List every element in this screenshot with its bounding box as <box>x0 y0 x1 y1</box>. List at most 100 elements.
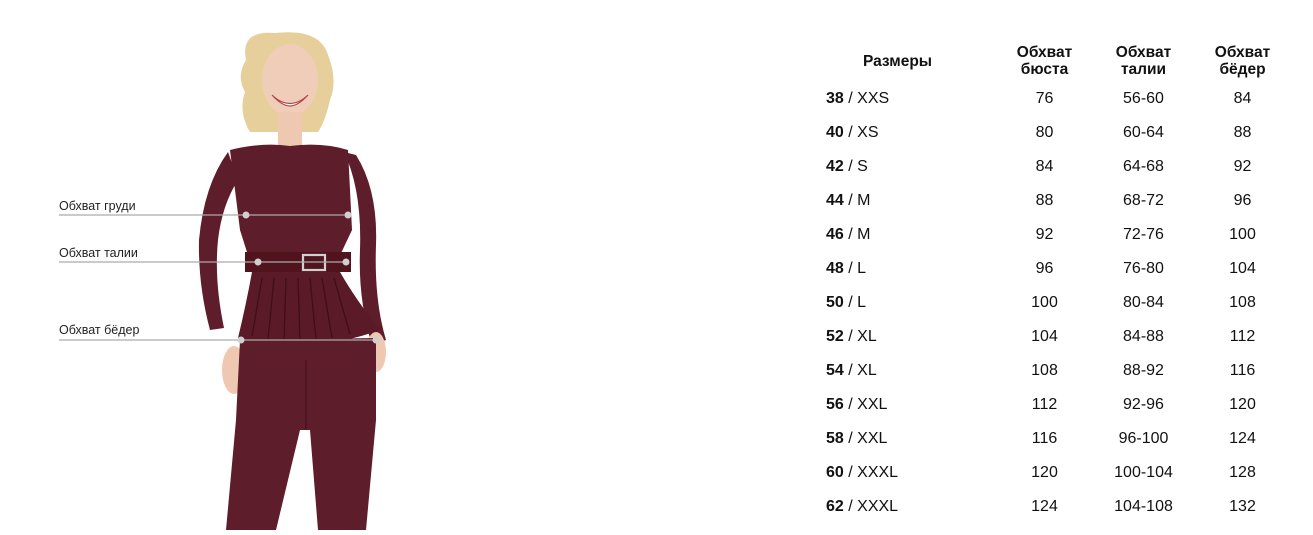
header-size: Размеры <box>862 52 933 70</box>
table-row: 50 / L 100 80-84 108 <box>820 286 1292 320</box>
header-bust: Обхват бюста <box>995 40 1094 82</box>
size-letter: L <box>857 260 867 277</box>
cell-bust: 84 <box>1035 158 1054 175</box>
cell-size: 50 / L <box>820 286 995 320</box>
model-figure: Обхват груди Обхват талии Обхват бёдер <box>0 0 460 530</box>
cell-bust: 116 <box>1031 430 1058 447</box>
cell-waist: 100-104 <box>1114 464 1173 481</box>
size-letter: XS <box>857 124 879 141</box>
label-bust: Обхват груди <box>59 199 136 213</box>
table-body: 38 / XXS 76 56-60 84 40 / XS 80 60-64 88 42 / S 8… <box>820 82 1292 524</box>
cell-hips: 132 <box>1229 498 1256 515</box>
cell-waist: 96-100 <box>1118 430 1169 447</box>
cell-bust: 120 <box>1031 464 1058 481</box>
cell-waist: 88-92 <box>1123 362 1164 379</box>
cell-size: 62 / XXXL <box>820 490 995 524</box>
header-waist-text: Обхват талии <box>1115 44 1172 78</box>
cell-hips: 108 <box>1229 294 1256 311</box>
cell-hips: 84 <box>1233 90 1252 107</box>
table-row: 46 / M 92 72-76 100 <box>820 218 1292 252</box>
table-header: Размеры Обхват бюста Обхват талии Обхват… <box>820 40 1292 82</box>
size-letter: XXS <box>857 90 890 107</box>
size-separator: / <box>843 90 858 107</box>
cell-waist: 64-68 <box>1123 158 1164 175</box>
size-number: 46 <box>826 226 844 243</box>
size-number: 40 <box>826 124 844 141</box>
size-separator: / <box>843 124 858 141</box>
cell-bust: 100 <box>1031 294 1058 311</box>
size-number: 38 <box>826 90 844 107</box>
size-number: 44 <box>826 192 844 209</box>
size-letter: XXXL <box>857 464 899 481</box>
cell-waist: 72-76 <box>1123 226 1164 243</box>
size-separator: / <box>843 396 858 413</box>
table-row: 40 / XS 80 60-64 88 <box>820 116 1292 150</box>
size-separator: / <box>843 158 858 175</box>
header-row: Размеры Обхват бюста Обхват талии Обхват… <box>820 40 1292 82</box>
size-letter: XXL <box>857 430 888 447</box>
size-number: 54 <box>826 362 844 379</box>
size-separator: / <box>843 464 858 481</box>
table-row: 52 / XL 104 84-88 112 <box>820 320 1292 354</box>
cell-size: 56 / XXL <box>820 388 995 422</box>
table-row: 42 / S 84 64-68 92 <box>820 150 1292 184</box>
header-bust-text: Обхват бюста <box>1016 44 1073 78</box>
table-row: 44 / M 88 68-72 96 <box>820 184 1292 218</box>
size-separator: / <box>843 192 858 209</box>
header-hips: Обхват бёдер <box>1193 40 1292 82</box>
size-separator: / <box>843 294 858 311</box>
header-waist: Обхват талии <box>1094 40 1193 82</box>
cell-hips: 100 <box>1229 226 1256 243</box>
size-letter: S <box>857 158 868 175</box>
cell-hips: 96 <box>1233 192 1252 209</box>
cell-size: 58 / XXL <box>820 422 995 456</box>
cell-waist: 76-80 <box>1123 260 1164 277</box>
size-letter: L <box>857 294 867 311</box>
size-number: 50 <box>826 294 844 311</box>
size-number: 60 <box>826 464 844 481</box>
table-row: 62 / XXXL 124 104-108 132 <box>820 490 1292 524</box>
size-letter: XL <box>857 328 877 345</box>
cell-size: 54 / XL <box>820 354 995 388</box>
size-letter: XXL <box>857 396 888 413</box>
size-separator: / <box>843 328 858 345</box>
size-separator: / <box>843 260 858 277</box>
cell-hips: 120 <box>1229 396 1256 413</box>
table-row: 54 / XL 108 88-92 116 <box>820 354 1292 388</box>
table-row: 38 / XXS 76 56-60 84 <box>820 82 1292 116</box>
model-illustration <box>59 32 386 530</box>
cell-bust: 80 <box>1035 124 1054 141</box>
cell-waist: 104-108 <box>1114 498 1173 515</box>
label-hips: Обхват бёдер <box>59 323 140 337</box>
cell-bust: 88 <box>1035 192 1054 209</box>
cell-size: 40 / XS <box>820 116 995 150</box>
table-row: 60 / XXXL 120 100-104 128 <box>820 456 1292 490</box>
cell-size: 52 / XL <box>820 320 995 354</box>
size-separator: / <box>843 362 858 379</box>
cell-size: 48 / L <box>820 252 995 286</box>
size-number: 52 <box>826 328 844 345</box>
cell-bust: 76 <box>1035 90 1054 107</box>
cell-hips: 116 <box>1229 362 1256 379</box>
size-letter: M <box>857 226 871 243</box>
table-row: 48 / L 96 76-80 104 <box>820 252 1292 286</box>
cell-hips: 128 <box>1229 464 1256 481</box>
cell-bust: 104 <box>1031 328 1058 345</box>
size-separator: / <box>843 498 858 515</box>
cell-size: 38 / XXS <box>820 82 995 116</box>
cell-bust: 96 <box>1035 260 1054 277</box>
cell-hips: 88 <box>1233 124 1252 141</box>
cell-hips: 112 <box>1229 328 1256 345</box>
size-number: 48 <box>826 260 844 277</box>
cell-hips: 124 <box>1229 430 1256 447</box>
cell-waist: 68-72 <box>1123 192 1164 209</box>
size-letter: M <box>857 192 871 209</box>
size-chart-table: Размеры Обхват бюста Обхват талии Обхват… <box>820 40 1292 524</box>
cell-hips: 104 <box>1229 260 1256 277</box>
cell-hips: 92 <box>1233 158 1252 175</box>
cell-size: 46 / M <box>820 218 995 252</box>
size-number: 42 <box>826 158 844 175</box>
cell-bust: 108 <box>1031 362 1058 379</box>
cell-waist: 92-96 <box>1123 396 1164 413</box>
table-row: 56 / XXL 112 92-96 120 <box>820 388 1292 422</box>
